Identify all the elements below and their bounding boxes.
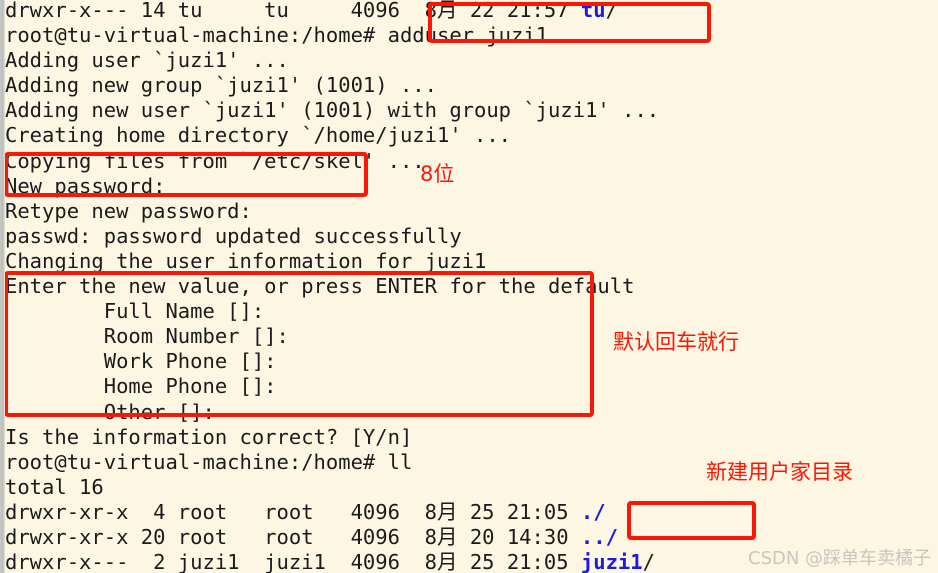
line-text: root@tu-virtual-machine:/home# adduser j… [5, 23, 549, 48]
line-text: Creating home directory `/home/juzi1' ..… [5, 123, 512, 148]
dir-name: ./ [580, 499, 606, 524]
terminal-line-command: root@tu-virtual-machine:/home# adduser j… [5, 23, 938, 48]
terminal-line: Changing the user information for juzi1 [5, 249, 938, 274]
line-text: drwxr-x--- 14 tu tu 4096 8月 22 21:57 [5, 0, 581, 22]
terminal-line: drwxr-x--- 14 tu tu 4096 8月 22 21:57 tu/ [5, 0, 938, 23]
line-text: Enter the new value, or press ENTER for … [5, 274, 635, 299]
terminal-line-retype-password: Retype new password: [5, 199, 938, 224]
dir-name: juzi1 [580, 550, 643, 573]
terminal-line-home-phone: Home Phone []: [5, 374, 938, 399]
annotation-new-home-dir: 新建用户家目录 [706, 460, 853, 484]
line-text: Full Name []: [5, 299, 265, 324]
annotation-default-enter: 默认回车就行 [613, 330, 739, 354]
line-text: Work Phone []: [5, 349, 277, 374]
line-text: drwxr-x--- 2 juzi1 juzi1 4096 8月 25 21:0… [5, 550, 581, 573]
line-text: Retype new password: [5, 198, 252, 223]
line-text: drwxr-xr-x 4 root root 4096 8月 25 21:05 [5, 499, 581, 524]
line-text: Adding user `juzi1' ... [5, 48, 289, 73]
csdn-watermark: CSDN @踩单车卖橘子 [748, 548, 932, 569]
line-text: Adding new group `juzi1' (1001) ... [5, 73, 437, 98]
line-text: Home Phone []: [5, 374, 277, 399]
terminal-line: passwd: password updated successfully [5, 224, 938, 249]
line-text: passwd: password updated successfully [5, 223, 462, 248]
annotation-password-length: 8位 [420, 162, 455, 186]
dir-slash: / [642, 550, 655, 573]
terminal-screenshot: drwxr-x--- 14 tu tu 4096 8月 22 21:57 tu/… [0, 0, 938, 573]
line-text: drwxr-xr-x 20 root root 4096 8月 20 14:30 [5, 524, 581, 549]
terminal-line-listing: drwxr-xr-x 4 root root 4096 8月 25 21:05 … [5, 500, 938, 525]
dir-slash: / [605, 0, 618, 22]
line-text: Changing the user information for juzi1 [5, 248, 487, 273]
line-text: Copying files from `/etc/skel' ... [5, 148, 425, 173]
terminal-line-confirm: Is the information correct? [Y/n] [5, 425, 938, 450]
terminal-line-room-number: Room Number []: [5, 324, 938, 349]
terminal-line-other: Other []: [5, 400, 938, 425]
terminal-output[interactable]: drwxr-x--- 14 tu tu 4096 8月 22 21:57 tu/… [5, 0, 938, 573]
line-text: root@tu-virtual-machine:/home# ll [5, 449, 413, 474]
terminal-line-work-phone: Work Phone []: [5, 349, 938, 374]
terminal-line: Copying files from `/etc/skel' ... [5, 149, 938, 174]
line-text: Other []: [5, 399, 215, 424]
dir-name: ../ [580, 524, 618, 549]
line-text: Is the information correct? [Y/n] [5, 424, 413, 449]
terminal-scrollbar-gutter[interactable] [0, 0, 5, 573]
terminal-line: Adding new user `juzi1' (1001) with grou… [5, 98, 938, 123]
line-text: Room Number []: [5, 324, 289, 349]
line-text: total 16 [5, 474, 104, 499]
dir-name: tu [580, 0, 606, 22]
terminal-line: Adding user `juzi1' ... [5, 48, 938, 73]
line-text: Adding new user `juzi1' (1001) with grou… [5, 98, 660, 123]
terminal-line: Enter the new value, or press ENTER for … [5, 274, 938, 299]
terminal-line-full-name: Full Name []: [5, 299, 938, 324]
terminal-line-new-password: New password: [5, 174, 938, 199]
terminal-line: Creating home directory `/home/juzi1' ..… [5, 123, 938, 148]
line-text: New password: [5, 173, 166, 198]
terminal-line: Adding new group `juzi1' (1001) ... [5, 73, 938, 98]
